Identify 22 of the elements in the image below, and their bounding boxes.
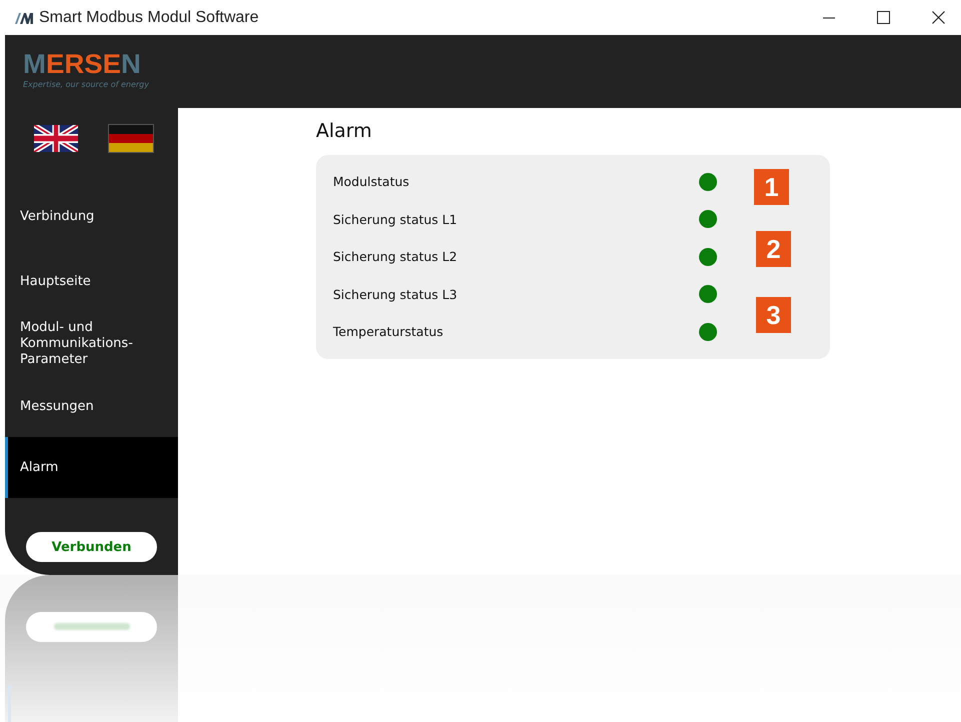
nav-item[interactable]: Messungen [5, 376, 178, 437]
uk-flag-icon[interactable] [34, 125, 78, 152]
maximize-icon[interactable] [877, 11, 890, 24]
alarm-label: Sicherung status L2 [333, 249, 458, 264]
connection-button[interactable]: Verbunden [26, 532, 157, 562]
callout-number: 2 [756, 231, 791, 267]
german-flag-icon[interactable] [109, 125, 153, 152]
close-icon[interactable] [932, 11, 945, 24]
alarm-label: Sicherung status L1 [333, 212, 458, 227]
nav-item[interactable]: Modul- und Kommunikations-Parameter [5, 312, 178, 376]
nav-item[interactable]: Hauptseite [5, 251, 178, 312]
alarm-label: Modulstatus [333, 174, 410, 190]
alarm-label: Temperaturstatus [333, 324, 444, 340]
app-logo-icon [14, 10, 34, 24]
alarm-label: Sicherung status L3 [333, 286, 458, 302]
callout-number: 1 [754, 169, 789, 205]
nav-item[interactable]: Alarm [5, 437, 178, 498]
window-title: Smart Modbus Modul Software [39, 8, 259, 26]
callout-number: 3 [756, 297, 791, 333]
nav-item[interactable]: Verbindung [5, 183, 178, 251]
page-title: Alarm [316, 120, 373, 142]
company-logo: MERSEN Expertise, our source of energy [23, 49, 150, 89]
